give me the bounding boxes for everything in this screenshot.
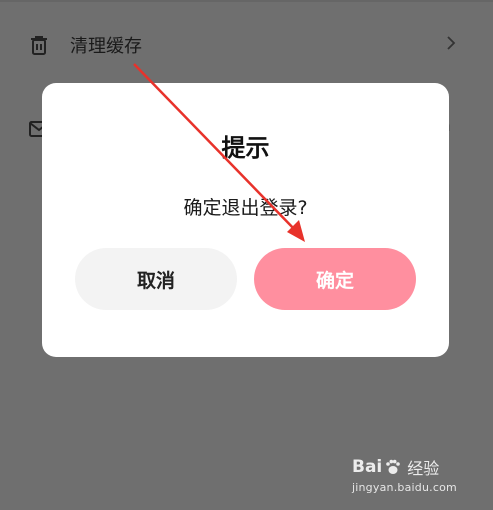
cancel-button[interactable]: 取消 [75,248,237,310]
watermark-url: jingyan.baidu.com [352,481,457,494]
dialog-title: 提示 [221,134,270,162]
baidu-paw-icon [386,459,401,474]
settings-row-clear-cache[interactable]: 清理缓存 [0,4,493,84]
top-divider [0,0,493,2]
watermark-suffix: 经验 [407,459,440,478]
clear-cache-label: 清理缓存 [70,36,142,57]
logout-confirm-dialog: 提示 确定退出登录? 取消 确定 [42,83,449,357]
dialog-message: 确定退出登录? [183,197,308,219]
baidu-jingyan-watermark: Bai 经验 jingyan.baidu.com [352,455,484,499]
watermark-brand: Bai [352,457,383,477]
trash-icon [31,36,47,55]
confirm-button[interactable]: 确定 [254,248,416,310]
chevron-right-icon [447,36,456,50]
